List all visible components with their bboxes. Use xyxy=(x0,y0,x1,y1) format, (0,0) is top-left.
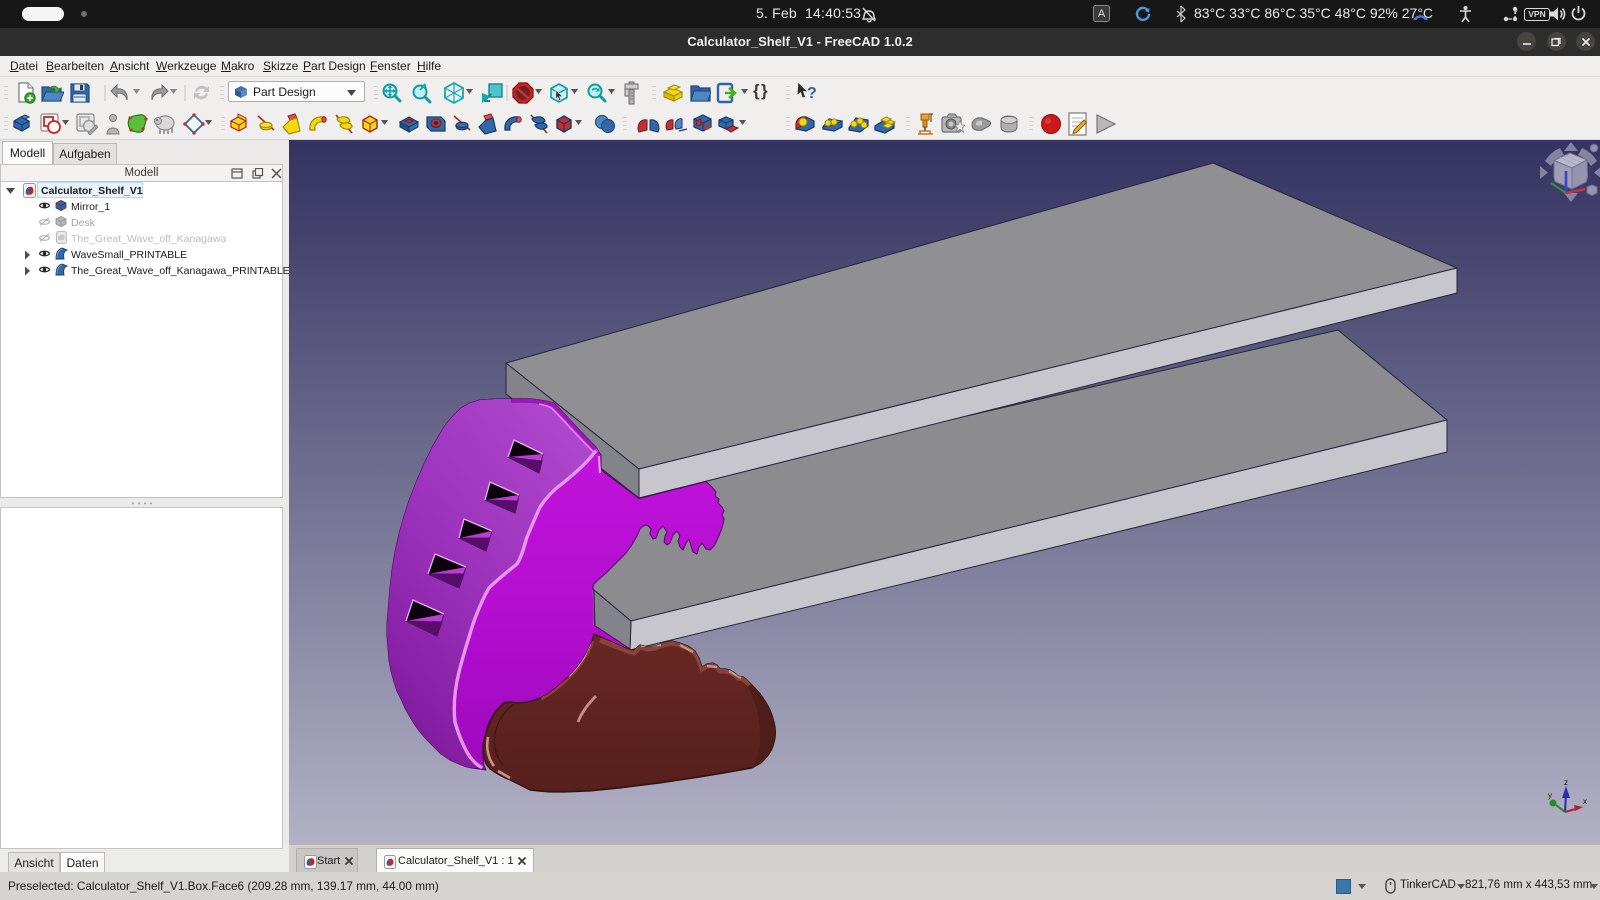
svg-text:z: z xyxy=(1564,778,1568,787)
svg-text:?: ? xyxy=(1514,9,1518,15)
svg-text:x: x xyxy=(1583,797,1587,806)
svg-text:?: ? xyxy=(807,85,817,102)
svg-text:y: y xyxy=(1548,791,1552,800)
